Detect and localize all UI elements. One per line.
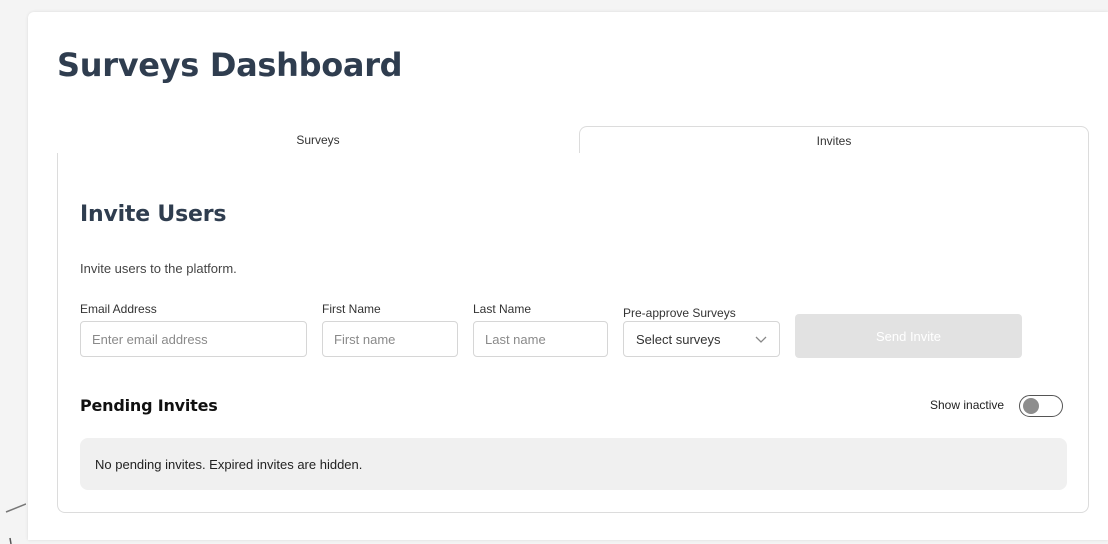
chevron-down-icon — [755, 336, 767, 343]
email-field-label: Email Address — [80, 302, 157, 316]
email-field[interactable] — [80, 321, 307, 357]
send-invite-button[interactable]: Send Invite — [795, 314, 1022, 358]
first-name-field[interactable] — [322, 321, 458, 357]
invite-users-description: Invite users to the platform. — [80, 261, 237, 276]
tab-invites[interactable]: Invites — [579, 126, 1089, 154]
show-inactive-label: Show inactive — [930, 398, 1005, 412]
first-name-label: First Name — [322, 302, 381, 316]
toggle-knob — [1023, 398, 1039, 414]
show-inactive-toggle[interactable] — [1019, 395, 1063, 417]
page-title: Surveys Dashboard — [57, 46, 403, 84]
last-name-field[interactable] — [473, 321, 608, 357]
select-value: Select surveys — [636, 331, 721, 347]
last-name-label: Last Name — [473, 302, 532, 316]
invite-users-heading: Invite Users — [80, 202, 227, 227]
tab-surveys[interactable]: Surveys — [57, 126, 579, 154]
empty-message: No pending invites. Expired invites are … — [95, 456, 363, 472]
pending-invites-heading: Pending Invites — [80, 396, 218, 415]
pending-invites-empty-state: No pending invites. Expired invites are … — [80, 438, 1067, 490]
pre-approve-surveys-select[interactable]: Select surveys — [623, 321, 780, 357]
background-edge-mark — [5, 503, 26, 544]
pre-approve-surveys-label: Pre-approve Surveys — [623, 306, 736, 320]
